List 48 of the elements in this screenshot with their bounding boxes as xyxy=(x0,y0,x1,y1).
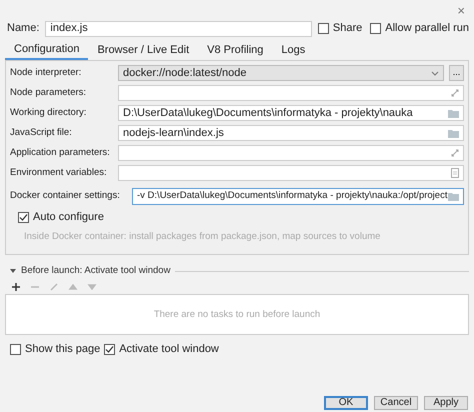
text-field[interactable] xyxy=(118,145,464,161)
folder-icon[interactable] xyxy=(448,108,459,118)
section-title: Before launch: Activate tool window xyxy=(21,264,170,278)
field-label: Working directory: xyxy=(10,106,88,120)
text-field[interactable]: D:\UserData\lukeg\Documents\informatyka - projekty\nauka xyxy=(118,105,464,121)
text-field[interactable] xyxy=(118,85,464,101)
field-label: Environment variables: xyxy=(10,166,108,180)
field-label: Node parameters: xyxy=(10,86,88,100)
option-label: Allow parallel run xyxy=(385,21,469,36)
chevron-down-icon xyxy=(431,70,439,76)
list-icon[interactable] xyxy=(451,168,459,178)
hint-text: Inside Docker container: install packages from package.json, map sources to volume xyxy=(24,230,382,244)
empty-message: There are no tasks to run before launch xyxy=(154,308,320,322)
text-field[interactable] xyxy=(118,165,464,181)
field-label: Docker container settings: xyxy=(10,189,121,204)
dialog-button[interactable]: Apply xyxy=(424,396,468,410)
docker-settings-field[interactable]: -v D:\UserData\lukeg\Documents\informatyka - projekty\nauka:/opt/project xyxy=(132,188,464,205)
checkbox[interactable] xyxy=(18,212,29,223)
check-icon xyxy=(19,212,28,222)
tab[interactable]: V8 Profiling xyxy=(198,41,272,60)
field-label: JavaScript file: xyxy=(10,126,73,140)
tab[interactable]: Browser / Live Edit xyxy=(88,41,198,60)
expand-icon[interactable] xyxy=(451,89,459,97)
option-label: Share xyxy=(332,21,362,36)
dialog-button[interactable]: OK xyxy=(324,396,368,410)
close-button[interactable]: × xyxy=(457,4,465,16)
checkbox-label: Auto configure xyxy=(33,210,104,225)
folder-icon[interactable] xyxy=(448,128,459,138)
checkbox[interactable] xyxy=(10,344,21,355)
checkbox-label: Show this page xyxy=(25,342,100,358)
name-label: Name: xyxy=(7,21,40,36)
tab[interactable]: Logs xyxy=(272,41,314,60)
text-field[interactable]: nodejs-learn\index.js xyxy=(118,125,464,141)
plus-icon[interactable] xyxy=(11,282,21,292)
name-field[interactable]: index.js xyxy=(45,20,312,36)
dialog-button[interactable]: Cancel xyxy=(374,396,418,410)
interpreter-dropdown[interactable]: docker://node:latest/node xyxy=(118,65,444,81)
folder-icon[interactable] xyxy=(448,192,459,201)
field-label: Application parameters: xyxy=(10,146,111,160)
ellipsis-button[interactable]: ... xyxy=(449,65,464,81)
check-icon xyxy=(105,345,114,354)
checkbox[interactable] xyxy=(370,23,382,34)
checkbox[interactable] xyxy=(318,23,329,34)
checkbox-label: Activate tool window xyxy=(119,342,219,358)
disclosure-triangle-icon[interactable] xyxy=(10,268,16,274)
checkbox[interactable] xyxy=(104,344,116,355)
expand-icon[interactable] xyxy=(451,149,459,157)
field-label: Node interpreter: xyxy=(10,66,82,80)
